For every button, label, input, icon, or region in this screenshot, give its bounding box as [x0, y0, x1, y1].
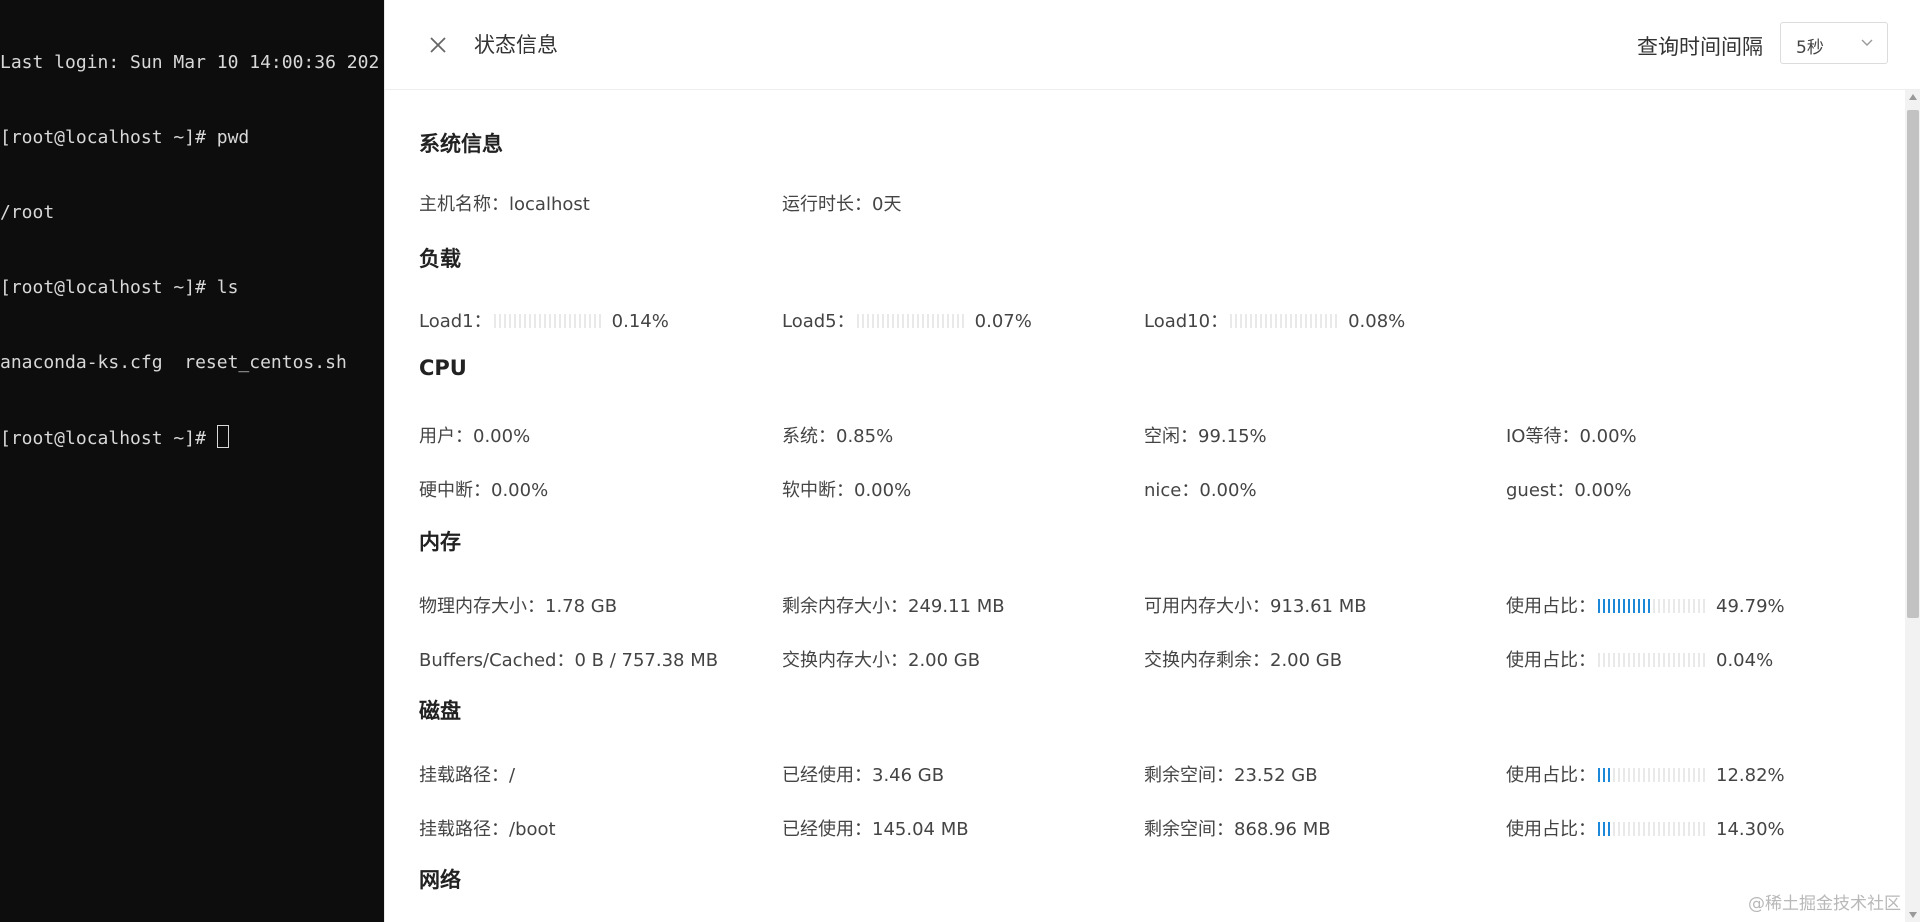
mem-usage-bar-fill	[1598, 599, 1653, 613]
mem-usage: 使用占比： 49.79%	[1506, 592, 1785, 618]
cpu-user: 用户：0.00%	[419, 426, 531, 447]
load1-label: Load1：	[419, 311, 492, 332]
mem-free: 剩余内存大小：249.11 MB	[782, 596, 1005, 617]
interval-label: 查询时间间隔	[1637, 35, 1763, 59]
load1-bar	[493, 314, 602, 328]
disk-mount-root: 挂载路径：/	[419, 765, 516, 786]
terminal-prompt-line: [root@localhost ~]#	[0, 425, 384, 450]
scrollbar[interactable]	[1905, 90, 1920, 922]
terminal-prompt: [root@localhost ~]#	[0, 428, 217, 449]
section-title-memory: 内存	[419, 530, 461, 554]
swap-usage-value: 0.04%	[1716, 650, 1774, 671]
terminal-line: anaconda-ks.cfg reset_centos.sh	[0, 352, 347, 373]
mem-usage-value: 49.79%	[1716, 596, 1785, 617]
disk-usage-boot: 使用占比： 14.30%	[1506, 815, 1785, 841]
load5-field: Load5： 0.07%	[782, 307, 1032, 333]
cpu-nice: nice：0.00%	[1144, 480, 1257, 501]
disk-usage-boot-value: 14.30%	[1716, 819, 1785, 840]
scroll-up-arrow-icon[interactable]	[1909, 94, 1917, 100]
uptime-field: 运行时长：0天	[782, 194, 902, 215]
terminal-line: /root	[0, 202, 55, 223]
scroll-thumb[interactable]	[1907, 110, 1919, 618]
mem-total: 物理内存大小：1.78 GB	[419, 596, 618, 617]
swap-usage: 使用占比： 0.04%	[1506, 646, 1773, 672]
load10-label: Load10：	[1144, 311, 1229, 332]
section-title-network: 网络	[419, 868, 461, 892]
swap-total: 交换内存大小：2.00 GB	[782, 650, 981, 671]
interval-value: 5秒	[1796, 38, 1824, 58]
load10-value: 0.08%	[1348, 311, 1406, 332]
disk-usage-boot-bar	[1598, 822, 1706, 836]
load5-label: Load5：	[782, 311, 855, 332]
section-title-cpu: CPU	[419, 356, 467, 380]
terminal-line: Last login: Sun Mar 10 14:00:36 202	[0, 52, 380, 73]
mem-available: 可用内存大小：913.61 MB	[1144, 596, 1367, 617]
swap-free: 交换内存剩余：2.00 GB	[1144, 650, 1343, 671]
cpu-hardirq: 硬中断：0.00%	[419, 480, 549, 501]
disk-usage-boot-label: 使用占比：	[1506, 819, 1596, 840]
cpu-system: 系统：0.85%	[782, 426, 894, 447]
load5-bar	[856, 314, 965, 328]
watermark: @稀土掘金技术社区	[1748, 894, 1901, 914]
disk-free-boot: 剩余空间：868.96 MB	[1144, 819, 1331, 840]
interval-select[interactable]: 5秒	[1780, 22, 1888, 64]
mem-buffers-cached: Buffers/Cached：0 B / 757.38 MB	[419, 650, 719, 671]
terminal-cursor	[216, 425, 229, 448]
disk-used-boot: 已经使用：145.04 MB	[782, 819, 969, 840]
status-content: 系统信息 主机名称：localhost 运行时长：0天 负载 Load1： 0.1…	[385, 90, 1920, 922]
close-icon[interactable]	[425, 32, 451, 58]
disk-usage-root-label: 使用占比：	[1506, 765, 1596, 786]
disk-usage-root-value: 12.82%	[1716, 765, 1785, 786]
mem-usage-bar	[1598, 599, 1706, 613]
section-title-system: 系统信息	[419, 132, 503, 156]
section-title-load: 负载	[419, 247, 461, 271]
terminal-line: [root@localhost ~]# ls	[0, 277, 239, 298]
load1-field: Load1： 0.14%	[419, 307, 669, 333]
load1-value: 0.14%	[611, 311, 669, 332]
disk-usage-root: 使用占比： 12.82%	[1506, 761, 1785, 787]
scroll-down-arrow-icon[interactable]	[1909, 912, 1917, 918]
swap-usage-bar	[1598, 653, 1706, 667]
disk-mount-boot: 挂载路径：/boot	[419, 819, 556, 840]
mem-usage-label: 使用占比：	[1506, 596, 1596, 617]
cpu-guest: guest：0.00%	[1506, 480, 1632, 501]
section-title-disk: 磁盘	[419, 699, 461, 723]
hostname-field: 主机名称：localhost	[419, 194, 590, 215]
load10-field: Load10： 0.08%	[1144, 307, 1405, 333]
terminal-window[interactable]: Last login: Sun Mar 10 14:00:36 202 [roo…	[0, 0, 384, 922]
swap-usage-label: 使用占比：	[1506, 650, 1596, 671]
load5-value: 0.07%	[974, 311, 1032, 332]
cpu-iowait: IO等待：0.00%	[1506, 426, 1637, 447]
disk-usage-boot-bar-fill	[1598, 822, 1613, 836]
panel-title: 状态信息	[474, 33, 558, 57]
cpu-idle: 空闲：99.15%	[1144, 426, 1267, 447]
disk-usage-root-bar-fill	[1598, 768, 1613, 782]
load10-bar	[1230, 314, 1339, 328]
disk-usage-root-bar	[1598, 768, 1706, 782]
cpu-softirq: 软中断：0.00%	[782, 480, 912, 501]
panel-header: 状态信息 查询时间间隔 5秒	[385, 0, 1920, 90]
terminal-line: [root@localhost ~]# pwd	[0, 127, 250, 148]
status-panel: 状态信息 查询时间间隔 5秒 系统信息 主机名称：localhost 运行时长：…	[384, 0, 1920, 922]
chevron-down-icon	[1861, 39, 1873, 46]
disk-free-root: 剩余空间：23.52 GB	[1144, 765, 1318, 786]
disk-used-root: 已经使用：3.46 GB	[782, 765, 945, 786]
